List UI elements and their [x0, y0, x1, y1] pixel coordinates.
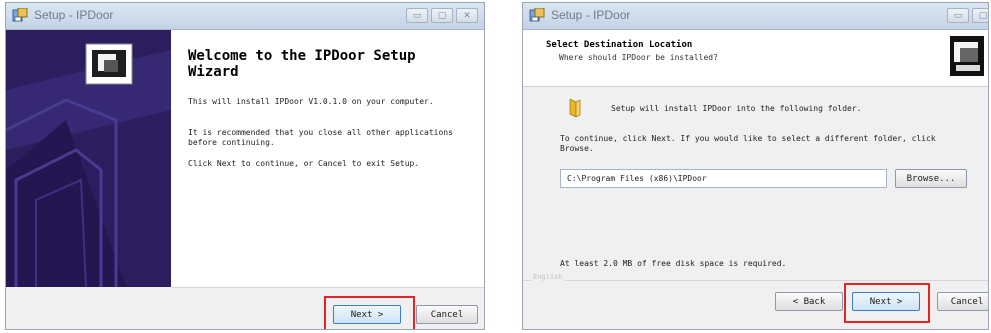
close-apps-text: It is recommended that you close all oth…	[188, 128, 453, 147]
next-button-highlight	[844, 283, 930, 323]
welcome-content: Welcome to the IPDoor Setup Wizard This …	[171, 30, 484, 288]
cancel-button[interactable]: Cancel	[416, 305, 478, 324]
title-bar[interactable]: Setup - IPDoor ▭ ▢ ✕	[6, 3, 484, 30]
install-intro-text: This will install IPDoor V1.0.1.0 on you…	[188, 97, 434, 106]
continue-instructions-text: To continue, click Next. If you would li…	[560, 134, 936, 153]
window-title: Setup - IPDoor	[551, 8, 631, 22]
title-bar[interactable]: Setup - IPDoor ▭ ▢	[523, 3, 988, 30]
folder-icon	[569, 99, 581, 117]
next-button-highlight	[324, 296, 415, 329]
setup-app-icon	[529, 8, 545, 22]
back-button[interactable]: < Back	[775, 292, 843, 311]
footer-divider	[523, 280, 988, 281]
banner-artwork	[6, 30, 171, 287]
page-title: Select Destination Location	[546, 40, 693, 50]
minimize-button[interactable]: ▭	[947, 8, 969, 23]
maximize-button[interactable]: ▢	[431, 8, 453, 23]
welcome-heading: Welcome to the IPDoor Setup Wizard	[188, 48, 416, 80]
wizard-header: Select Destination Location Where should…	[523, 30, 988, 87]
minimize-button[interactable]: ▭	[406, 8, 428, 23]
setup-computer-icon	[950, 36, 984, 76]
window-title: Setup - IPDoor	[34, 8, 114, 22]
cancel-button[interactable]: Cancel	[937, 292, 988, 311]
language-label: English	[531, 273, 565, 281]
page-subtitle: Where should IPDoor be installed?	[559, 53, 718, 62]
setup-app-icon	[12, 8, 28, 22]
continue-instructions-text: Click Next to continue, or Cancel to exi…	[188, 159, 420, 168]
setup-window-destination: Setup - IPDoor ▭ ▢ Select Destination Lo…	[522, 2, 989, 330]
wizard-banner-image	[6, 30, 171, 287]
close-button[interactable]: ✕	[456, 8, 478, 23]
destination-folder-input[interactable]	[560, 169, 887, 188]
install-folder-message: Setup will install IPDoor into the follo…	[611, 104, 862, 113]
setup-window-welcome: Setup - IPDoor ▭ ▢ ✕ Welcome to the IPDo…	[5, 2, 485, 330]
browse-button[interactable]: Browse...	[895, 169, 967, 188]
maximize-button[interactable]: ▢	[972, 8, 988, 23]
disk-space-text: At least 2.0 MB of free disk space is re…	[560, 259, 787, 268]
